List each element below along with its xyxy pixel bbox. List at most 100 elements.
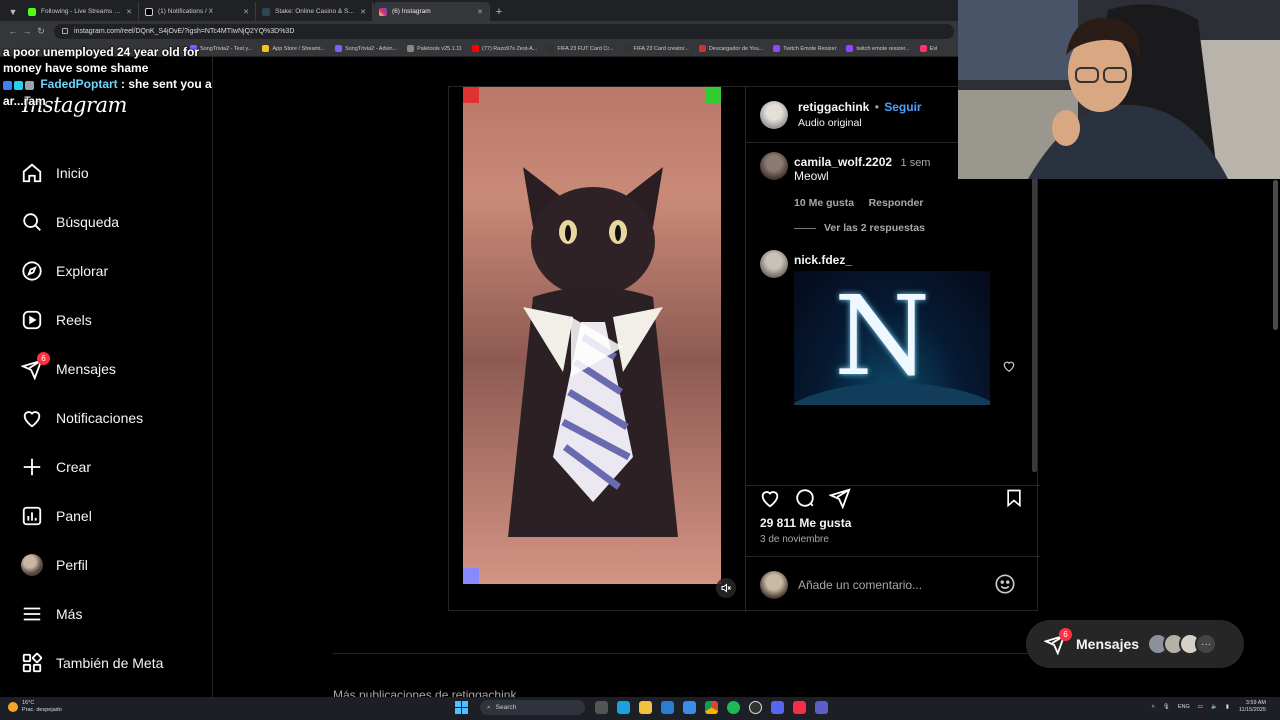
- sidebar-item-label: Explorar: [56, 263, 109, 279]
- comment-text: Meowl: [794, 169, 829, 183]
- sidebar-item-tambien-de-meta[interactable]: También de Meta: [20, 650, 163, 676]
- page-scrollbar[interactable]: [1273, 180, 1278, 330]
- tab-close-icon[interactable]: ✕: [477, 8, 483, 16]
- bookmark-item[interactable]: Descargador de You...: [698, 45, 763, 52]
- comment-input[interactable]: Añade un comentario...: [798, 578, 922, 592]
- mute-icon[interactable]: [716, 578, 736, 598]
- taskbar-search[interactable]: ⌕ Search: [480, 700, 585, 715]
- forward-arrow-icon[interactable]: →: [20, 26, 34, 36]
- chrome-icon[interactable]: [705, 701, 718, 714]
- teams-icon[interactable]: [815, 701, 828, 714]
- browser-tab-x[interactable]: (1) Notifications / X ✕: [139, 2, 256, 21]
- battery-icon[interactable]: ▮: [1226, 704, 1229, 710]
- sidebar-item-panel[interactable]: Panel: [20, 503, 92, 529]
- audio-link[interactable]: Audio original: [798, 117, 862, 129]
- like-count[interactable]: 29 811 Me gusta: [760, 516, 851, 530]
- follow-button[interactable]: Seguir: [884, 100, 921, 114]
- view-replies-label: Ver las 2 respuestas: [824, 222, 925, 234]
- sidebar-item-inicio[interactable]: Inicio: [20, 160, 89, 186]
- sidebar-item-label: Perfil: [56, 557, 88, 573]
- bookmark-icon[interactable]: [1002, 486, 1026, 510]
- author-avatar[interactable]: [760, 101, 788, 129]
- mail-icon[interactable]: [683, 701, 696, 714]
- browser-tab-kick[interactable]: Following - Live Streams on Ki ✕: [22, 2, 139, 21]
- discord-icon[interactable]: [771, 701, 784, 714]
- sidebar-item-mas[interactable]: Más: [20, 601, 82, 627]
- emoji-icon[interactable]: [994, 573, 1016, 600]
- reels-icon: [20, 308, 44, 332]
- bookmark-label: FIFA 23 FUT Card Cr...: [557, 45, 614, 52]
- tab-close-icon[interactable]: ✕: [126, 8, 132, 16]
- messages-pill-button[interactable]: 6 Mensajes ···: [1026, 620, 1244, 668]
- comment-like-heart-icon[interactable]: [1002, 359, 1016, 378]
- reel-post: retiggachink • Seguir Audio original cam…: [448, 86, 1040, 612]
- comments-scrollbar[interactable]: [1032, 177, 1037, 472]
- edge-icon[interactable]: [617, 701, 630, 714]
- sidebar-item-busqueda[interactable]: Búsqueda: [20, 209, 119, 235]
- music-icon[interactable]: [793, 701, 806, 714]
- comment-bubble-icon[interactable]: [793, 486, 817, 510]
- keyboard-language[interactable]: ENG: [1178, 704, 1190, 710]
- browser-tab-instagram[interactable]: (6) Instagram ✕: [373, 2, 490, 21]
- bookmark-item[interactable]: Twitch Emote Resizer: [773, 45, 836, 52]
- sidebar-item-reels[interactable]: Reels: [20, 307, 92, 333]
- bookmark-label: SongTrivia2 - Advin...: [345, 45, 398, 52]
- windows-start-icon[interactable]: [455, 701, 468, 714]
- sidebar-item-mensajes[interactable]: 6 Mensajes: [20, 352, 116, 382]
- bookmark-label: (77) Razo97s Zest-A...: [482, 45, 538, 52]
- task-view-icon[interactable]: [595, 701, 608, 714]
- reload-icon[interactable]: ↻: [34, 26, 48, 37]
- like-heart-icon[interactable]: [758, 486, 782, 510]
- weather-widget[interactable]: 16°C Prac. despejado: [8, 700, 62, 714]
- bookmark-item[interactable]: Esl: [919, 45, 937, 52]
- home-icon: [20, 161, 44, 185]
- obs-icon[interactable]: [749, 701, 762, 714]
- taskbar-clock[interactable]: 3:59 AM 11/15/2025: [1239, 700, 1266, 714]
- browser-tab-stake[interactable]: Stake: Online Casino & Sports ✕: [256, 2, 373, 21]
- bookmark-item[interactable]: twitch emote resizer...: [846, 45, 910, 52]
- back-arrow-icon[interactable]: ←: [6, 26, 20, 36]
- sidebar-item-label: Panel: [56, 508, 92, 524]
- bookmark-item[interactable]: FIFA 23 Card creator...: [623, 45, 689, 52]
- site-info-icon[interactable]: [62, 28, 68, 34]
- comment-likes[interactable]: 10 Me gusta: [794, 197, 854, 209]
- reel-video[interactable]: [463, 87, 721, 584]
- tab-close-icon[interactable]: ✕: [360, 8, 366, 16]
- bookmark-item[interactable]: FIFA 23 FUT Card Cr...: [547, 45, 613, 52]
- tray-chevron-icon[interactable]: ˄: [1152, 704, 1155, 710]
- bookmark-item[interactable]: (77) Razo97s Zest-A...: [472, 45, 537, 52]
- share-icon[interactable]: [828, 486, 852, 510]
- reply-button[interactable]: Responder: [869, 197, 924, 209]
- new-tab-button[interactable]: +: [490, 2, 508, 21]
- author-username[interactable]: retiggachink: [798, 100, 869, 114]
- bookmark-item[interactable]: SongTrivia2 - Advin...: [335, 45, 397, 52]
- commenter-avatar[interactable]: [760, 250, 788, 278]
- tab-close-icon[interactable]: ✕: [243, 8, 249, 16]
- bookmark-item[interactable]: App Store / Streami...: [262, 45, 325, 52]
- play-icon[interactable]: [571, 317, 623, 377]
- bookmark-item[interactable]: Paletools v25.1.11: [407, 45, 462, 52]
- sidebar-item-crear[interactable]: Crear: [20, 454, 91, 480]
- comment-meta-row: 10 Me gusta Responder: [794, 193, 923, 211]
- store-icon[interactable]: [661, 701, 674, 714]
- my-avatar: [760, 571, 788, 599]
- webcam-overlay: [958, 0, 1280, 179]
- sidebar-item-explorar[interactable]: Explorar: [20, 258, 108, 284]
- more-contacts-icon: ···: [1195, 633, 1217, 655]
- file-explorer-icon[interactable]: [639, 701, 652, 714]
- sidebar-item-notificaciones[interactable]: Notificaciones: [20, 405, 143, 431]
- sidebar-item-perfil[interactable]: Perfil: [20, 552, 88, 578]
- comment-username[interactable]: camila_wolf.2202: [794, 155, 892, 169]
- view-replies-button[interactable]: Ver las 2 respuestas: [794, 222, 925, 234]
- messages-avatars: ···: [1147, 633, 1217, 655]
- comment-username[interactable]: nick.fdez_: [794, 253, 852, 267]
- microphone-icon[interactable]: 🎙: [1163, 704, 1170, 710]
- chat-badges-icon: [3, 76, 37, 90]
- replies-line: [794, 227, 816, 229]
- network-icon[interactable]: ▭: [1198, 704, 1203, 710]
- volume-icon[interactable]: 🔈: [1211, 704, 1218, 710]
- url-input[interactable]: instagram.com/reel/DQnK_S4jOvE/?igsh=NTc…: [54, 23, 954, 39]
- commenter-avatar[interactable]: [760, 152, 788, 180]
- tab-list-chevron-icon[interactable]: ▼: [4, 3, 22, 21]
- spotify-icon[interactable]: [727, 701, 740, 714]
